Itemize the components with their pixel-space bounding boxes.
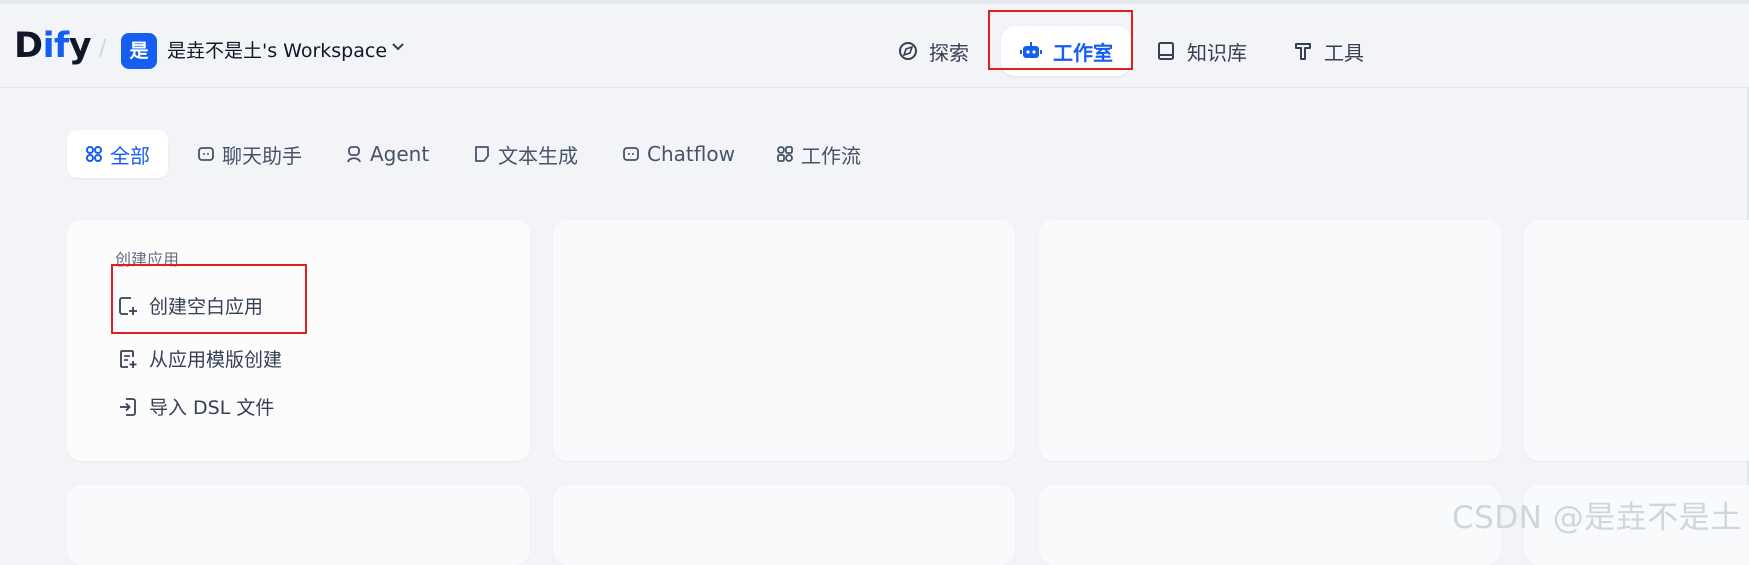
tab-all-label: 全部 [110,143,150,168]
logo-text-if: if [42,26,70,66]
workspace-avatar[interactable]: 是 [121,33,157,69]
app-card-placeholder[interactable] [1524,220,1749,461]
app-card-placeholder[interactable] [1039,220,1501,461]
hammer-icon [1292,40,1314,62]
tab-agent[interactable]: Agent [345,130,429,178]
tab-workflow[interactable]: 工作流 [776,130,861,178]
agent-icon [345,145,363,163]
create-app-card: 创建应用 创建空白应用 从应用模版创建 导入 DSL 文件 [67,220,530,461]
nav-tools-label: 工具 [1324,40,1364,65]
nav-knowledge[interactable]: 知识库 [1155,26,1247,76]
workspace-name[interactable]: 是垚不是土's Workspace [167,38,387,64]
highlight-box-studio [988,10,1133,70]
tab-workflow-label: 工作流 [801,143,861,168]
tab-chatflow[interactable]: Chatflow [622,130,735,178]
csdn-watermark: CSDN @是垚不是土 [1452,500,1742,536]
chatflow-icon [622,145,640,163]
app-card-placeholder[interactable] [553,220,1015,461]
import-dsl-label: 导入 DSL 文件 [149,397,275,419]
template-icon [117,348,139,370]
dify-logo[interactable]: Dify [14,26,92,66]
tab-chatflow-label: Chatflow [647,142,735,166]
tab-text-generation[interactable]: 文本生成 [473,130,578,178]
tab-agent-label: Agent [370,142,430,166]
highlight-box-create-blank [111,264,307,334]
import-dsl-button[interactable]: 导入 DSL 文件 [117,393,274,420]
text-file-icon [473,145,491,163]
import-icon [117,396,139,418]
workflow-icon [776,145,794,163]
breadcrumb-separator: / [99,36,107,61]
app-card-placeholder[interactable] [1039,485,1501,565]
nav-explore-label: 探索 [929,40,969,65]
tab-chat-assistant-label: 聊天助手 [222,143,302,168]
app-card-placeholder[interactable] [67,485,530,565]
tab-text-generation-label: 文本生成 [498,143,578,168]
tab-all[interactable]: 全部 [67,130,168,178]
logo-text-y: y [68,26,92,66]
nav-knowledge-label: 知识库 [1187,40,1247,65]
book-icon [1155,40,1177,62]
create-from-template-label: 从应用模版创建 [149,349,283,371]
nav-explore[interactable]: 探索 [897,26,969,76]
tab-chat-assistant[interactable]: 聊天助手 [197,130,302,178]
create-from-template-button[interactable]: 从应用模版创建 [117,345,282,372]
compass-icon [897,40,919,62]
nav-tools[interactable]: 工具 [1292,26,1364,76]
chevron-down-icon[interactable] [391,38,405,57]
top-navigation-bar: Dify / 是 是垚不是土's Workspace 探索 工作室 知识库 工具 [0,0,1749,88]
chat-icon [197,145,215,163]
app-card-placeholder[interactable] [553,485,1015,565]
grid-icon [85,145,103,163]
logo-text-d: D [14,26,43,66]
